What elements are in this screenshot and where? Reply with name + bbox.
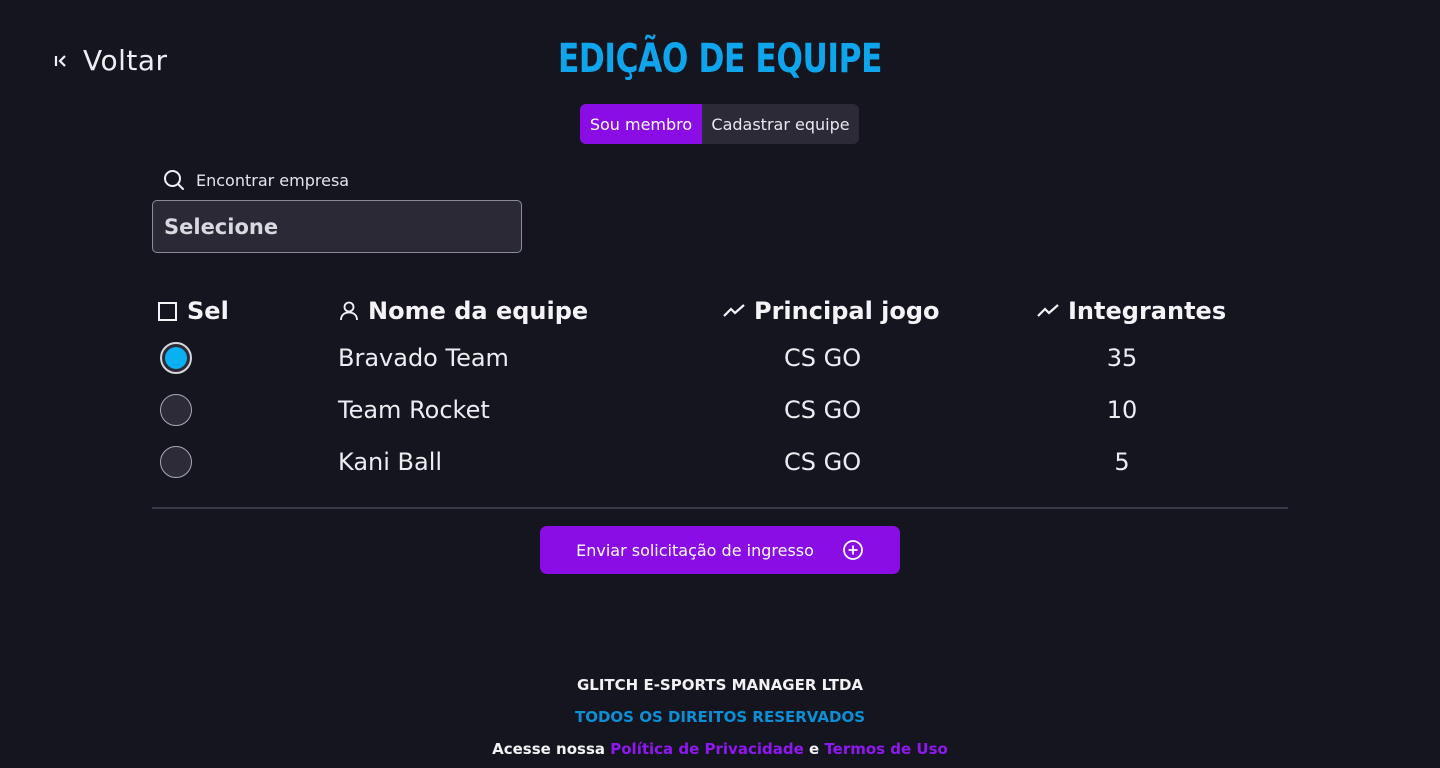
back-button[interactable]: Voltar [53, 44, 168, 77]
team-name: Bravado Team [338, 344, 509, 372]
column-header-select: Sel [158, 296, 229, 326]
row-radio[interactable] [160, 394, 192, 426]
checkbox-icon[interactable] [158, 301, 177, 321]
segmented-tabs: Sou membro Cadastrar equipe [580, 104, 859, 144]
team-edit-page: Voltar EDIÇÃO DE EQUIPE Sou membro Cadas… [0, 0, 1440, 768]
footer-access-prefix: Acesse nossa [492, 740, 606, 758]
add-circle-icon [843, 540, 863, 560]
back-label: Voltar [83, 44, 168, 77]
terms-of-use-link[interactable]: Termos de Uso [824, 740, 947, 758]
search-icon [164, 170, 184, 190]
row-radio[interactable] [160, 342, 192, 374]
team-game: CS GO [784, 344, 862, 372]
column-header-members: Integrantes [1036, 296, 1226, 326]
footer-links: Acesse nossa Política de Privacidade e T… [0, 740, 1440, 758]
tab-cadastrar-equipe[interactable]: Cadastrar equipe [702, 104, 859, 144]
privacy-policy-link[interactable]: Política de Privacidade [610, 740, 804, 758]
column-label-game: Principal jogo [754, 297, 940, 325]
table-row: Bravado Team CS GO 35 [0, 338, 1440, 378]
team-members: 5 [1114, 448, 1130, 476]
trending-icon [1037, 304, 1059, 317]
team-members: 35 [1106, 344, 1138, 372]
team-name: Team Rocket [338, 396, 490, 424]
send-request-label: Enviar solicitação de ingresso [576, 540, 814, 560]
user-icon [340, 301, 358, 321]
footer-rights: TODOS OS DIREITOS RESERVADOS [574, 708, 865, 726]
column-label-select: Sel [187, 297, 229, 325]
column-label-name: Nome da equipe [368, 297, 589, 325]
first-page-icon [54, 54, 66, 67]
column-header-game: Principal jogo [722, 296, 940, 326]
table-row: Team Rocket CS GO 10 [0, 390, 1440, 430]
team-game: CS GO [784, 396, 862, 424]
row-radio[interactable] [160, 446, 192, 478]
send-request-button[interactable]: Enviar solicitação de ingresso [540, 526, 900, 574]
footer-company: GLITCH E-SPORTS MANAGER LTDA [576, 676, 864, 694]
trending-icon [723, 304, 745, 317]
table-divider [152, 507, 1288, 509]
column-header-name: Nome da equipe [338, 296, 588, 326]
table-row: Kani Ball CS GO 5 [0, 442, 1440, 482]
page-title: EDIÇÃO DE EQUIPE [557, 36, 883, 82]
team-game: CS GO [784, 448, 862, 476]
tab-sou-membro[interactable]: Sou membro [580, 104, 702, 144]
company-select[interactable]: Selecione [152, 200, 522, 253]
search-label: Encontrar empresa [196, 170, 350, 190]
team-name: Kani Ball [338, 448, 443, 476]
team-members: 10 [1106, 396, 1138, 424]
footer-conjunction: e [808, 740, 820, 758]
search-label-row: Encontrar empresa [162, 168, 349, 192]
column-label-members: Integrantes [1068, 297, 1227, 325]
